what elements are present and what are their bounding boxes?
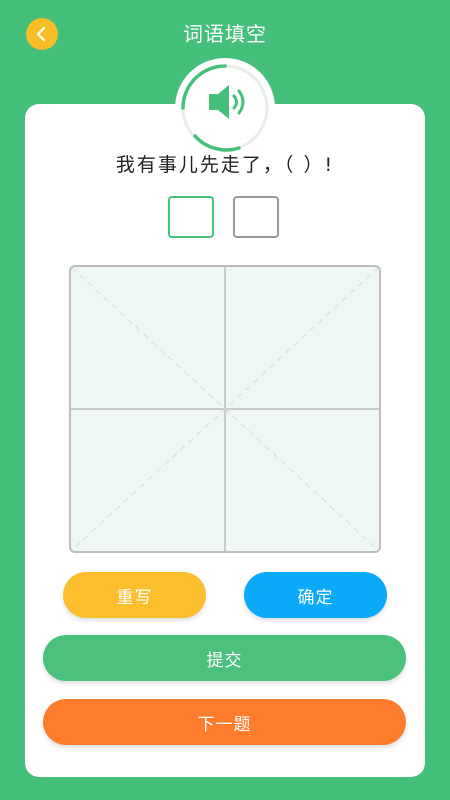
answer-box-1[interactable]: [168, 196, 214, 238]
confirm-button[interactable]: 确定: [244, 572, 387, 618]
page-title: 词语填空: [183, 22, 267, 46]
rewrite-button[interactable]: 重写: [63, 572, 206, 618]
writing-pad[interactable]: [69, 265, 381, 553]
submit-button[interactable]: 提交: [43, 635, 406, 681]
app-header: 词语填空: [0, 0, 450, 66]
speaker-icon: [181, 64, 269, 152]
next-question-button[interactable]: 下一题: [43, 699, 406, 745]
question-sentence: 我有事儿先走了，（ ）!: [115, 154, 335, 176]
play-audio-button[interactable]: [175, 58, 275, 158]
answer-box-2[interactable]: [233, 196, 279, 238]
writing-grid: [71, 267, 379, 551]
